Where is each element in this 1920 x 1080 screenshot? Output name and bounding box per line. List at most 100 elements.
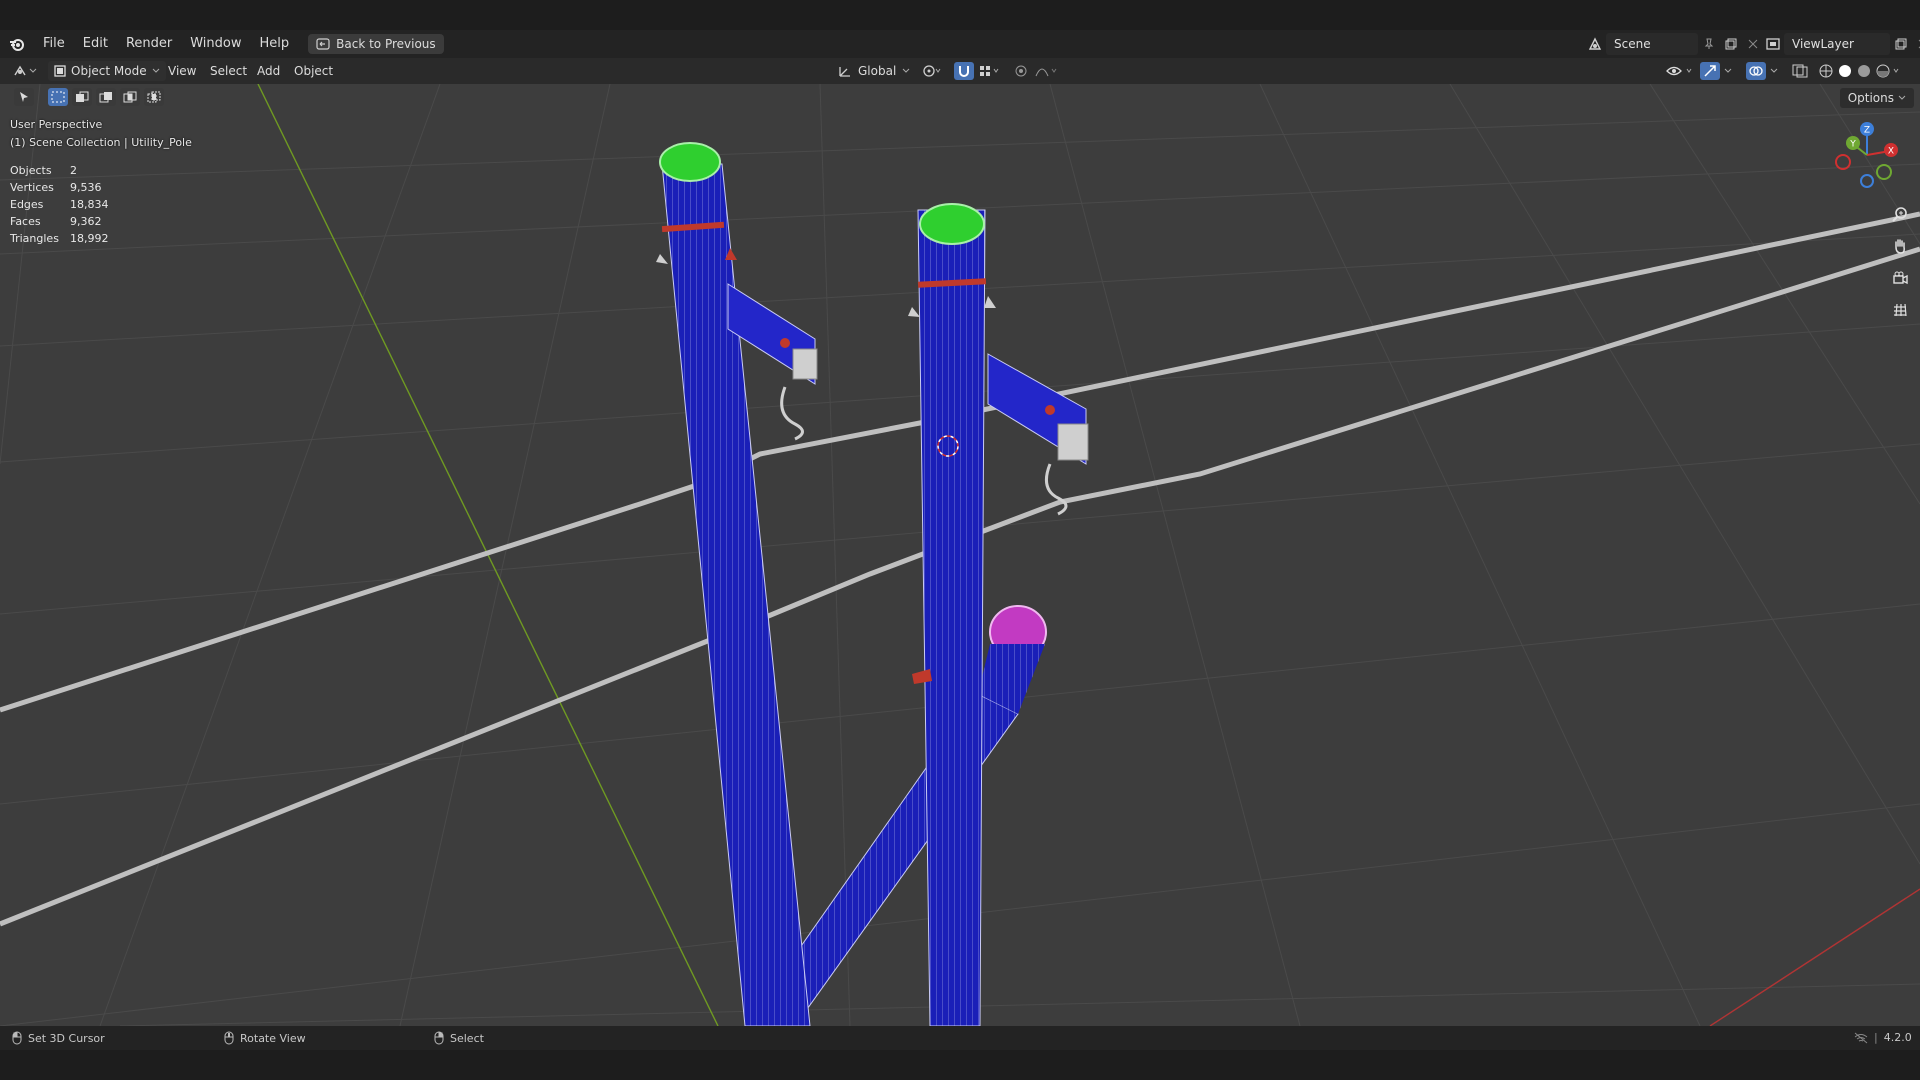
status-left-click: Set 3D Cursor bbox=[12, 1031, 105, 1045]
chevron-down-icon bbox=[902, 68, 910, 73]
gizmo-neg-z-axis[interactable] bbox=[1860, 174, 1874, 188]
new-view-layer-icon[interactable] bbox=[1890, 33, 1912, 55]
select-tool-button[interactable] bbox=[14, 88, 34, 106]
version-label: 4.2.0 bbox=[1883, 1031, 1912, 1044]
magnet-icon bbox=[959, 66, 969, 77]
chevron-down-icon bbox=[152, 68, 159, 73]
transform-orientation-dropdown[interactable]: Global bbox=[838, 61, 910, 81]
window-top-strip bbox=[0, 0, 1920, 30]
perspective-label: User Perspective bbox=[10, 118, 103, 131]
stat-row: Faces 9,362 bbox=[10, 215, 109, 232]
back-to-previous-button[interactable]: Back to Previous bbox=[308, 34, 444, 54]
menu-help[interactable]: Help bbox=[251, 30, 299, 58]
select-box-mode-extend[interactable] bbox=[72, 88, 92, 106]
select-box-mode-intersect[interactable] bbox=[144, 88, 164, 106]
stat-value: 9,536 bbox=[70, 181, 102, 194]
pin-icon[interactable] bbox=[1698, 33, 1720, 55]
status-left-label: Set 3D Cursor bbox=[28, 1031, 105, 1045]
view-layer-name: ViewLayer bbox=[1792, 37, 1854, 51]
options-dropdown[interactable]: Options bbox=[1839, 88, 1914, 108]
editor-type-icon bbox=[14, 65, 37, 76]
status-middle-click: Rotate View bbox=[224, 1031, 306, 1045]
gizmo-icon bbox=[1704, 65, 1716, 77]
stat-row: Vertices 9,536 bbox=[10, 181, 109, 198]
menu-object[interactable]: Object bbox=[294, 61, 333, 81]
select-box-mode-new[interactable] bbox=[48, 88, 68, 106]
view-layer-field[interactable]: ViewLayer bbox=[1784, 33, 1890, 55]
stat-value: 9,362 bbox=[70, 215, 102, 228]
stat-row: Triangles 18,992 bbox=[10, 232, 109, 249]
ortho-toggle-button[interactable] bbox=[1888, 298, 1912, 322]
menu-view[interactable]: View bbox=[168, 61, 196, 81]
cursor-arrow-icon bbox=[20, 92, 28, 102]
stat-value: 2 bbox=[70, 164, 77, 177]
status-version: | 4.2.0 bbox=[1854, 1031, 1912, 1044]
scene-icon[interactable] bbox=[1584, 33, 1606, 55]
zoom-icon bbox=[1892, 207, 1907, 222]
mouse-middle-icon bbox=[224, 1031, 234, 1045]
orientation-icon bbox=[839, 67, 850, 77]
chevron-down-icon bbox=[1898, 95, 1906, 100]
mouse-left-icon bbox=[12, 1031, 22, 1045]
overlays-icon bbox=[1749, 66, 1763, 76]
utility-pole-left bbox=[656, 142, 818, 1026]
blender-logo-icon[interactable] bbox=[8, 35, 26, 53]
navigation-gizmo[interactable]: Z X Y bbox=[1832, 120, 1902, 190]
stat-value: 18,992 bbox=[70, 232, 109, 245]
shading-modes[interactable] bbox=[1818, 61, 1902, 81]
gizmo-z-label: Z bbox=[1864, 126, 1870, 136]
stat-label: Faces bbox=[10, 215, 41, 228]
menu-edit[interactable]: Edit bbox=[74, 30, 117, 58]
gizmo-neg-y-axis[interactable] bbox=[1876, 164, 1892, 180]
editor-type-selector[interactable] bbox=[12, 61, 38, 81]
zoom-button[interactable] bbox=[1888, 202, 1912, 226]
network-off-icon bbox=[1854, 1032, 1868, 1043]
navigation-buttons bbox=[1888, 202, 1912, 322]
pan-button[interactable] bbox=[1888, 234, 1912, 258]
menu-window[interactable]: Window bbox=[181, 30, 250, 58]
select-extend-icon bbox=[76, 91, 89, 102]
proportional-edit-toggle[interactable] bbox=[1014, 61, 1058, 81]
scene-selector: Scene bbox=[1584, 33, 1764, 55]
select-box-mode-invert[interactable] bbox=[120, 88, 140, 106]
status-middle-label: Rotate View bbox=[240, 1031, 306, 1045]
mode-selector[interactable]: Object Mode bbox=[48, 61, 166, 81]
gizmo-neg-x-axis[interactable] bbox=[1835, 154, 1851, 170]
pivot-point-dropdown[interactable] bbox=[922, 61, 942, 81]
3d-viewport[interactable]: Options User Perspective (1) Scene Colle… bbox=[0, 84, 1920, 1026]
select-box-mode-subtract[interactable] bbox=[96, 88, 116, 106]
chevron-down-icon bbox=[1770, 68, 1778, 73]
eye-icon bbox=[1666, 66, 1692, 76]
mouse-right-icon bbox=[434, 1031, 444, 1045]
status-right-click: Select bbox=[434, 1031, 484, 1045]
menu-select[interactable]: Select bbox=[210, 61, 247, 81]
select-subtract-icon bbox=[99, 92, 112, 103]
pivot-icon bbox=[923, 65, 941, 77]
select-intersect-icon bbox=[147, 91, 161, 103]
menu-add[interactable]: Add bbox=[257, 61, 280, 81]
view-layer-selector: ViewLayer bbox=[1762, 33, 1920, 55]
stat-label: Edges bbox=[10, 198, 44, 211]
camera-icon bbox=[1893, 271, 1908, 285]
stat-row: Objects 2 bbox=[10, 164, 109, 181]
menu-render[interactable]: Render bbox=[117, 30, 181, 58]
gizmo-toggle[interactable] bbox=[1700, 61, 1732, 81]
snap-toggle[interactable] bbox=[954, 61, 1002, 81]
overlays-toggle[interactable] bbox=[1746, 61, 1778, 81]
viewport-header: Object Mode View Select Add Object Globa… bbox=[0, 58, 1920, 84]
tool-selector bbox=[14, 88, 164, 106]
camera-view-button[interactable] bbox=[1888, 266, 1912, 290]
menu-file[interactable]: File bbox=[34, 30, 74, 58]
hand-icon bbox=[1895, 239, 1905, 254]
orientation-label: Global bbox=[858, 64, 897, 78]
view-layer-icon[interactable] bbox=[1762, 33, 1784, 55]
select-invert-icon bbox=[123, 91, 137, 103]
gizmo-x-label: X bbox=[1888, 147, 1894, 157]
remove-view-layer-icon[interactable] bbox=[1912, 33, 1920, 55]
visibility-dropdown[interactable] bbox=[1666, 61, 1696, 81]
new-scene-icon[interactable] bbox=[1720, 33, 1742, 55]
close-icon[interactable] bbox=[1742, 33, 1764, 55]
viewport-scene[interactable] bbox=[0, 84, 1920, 1026]
scene-name-field[interactable]: Scene bbox=[1606, 33, 1698, 55]
xray-toggle[interactable] bbox=[1792, 61, 1808, 81]
